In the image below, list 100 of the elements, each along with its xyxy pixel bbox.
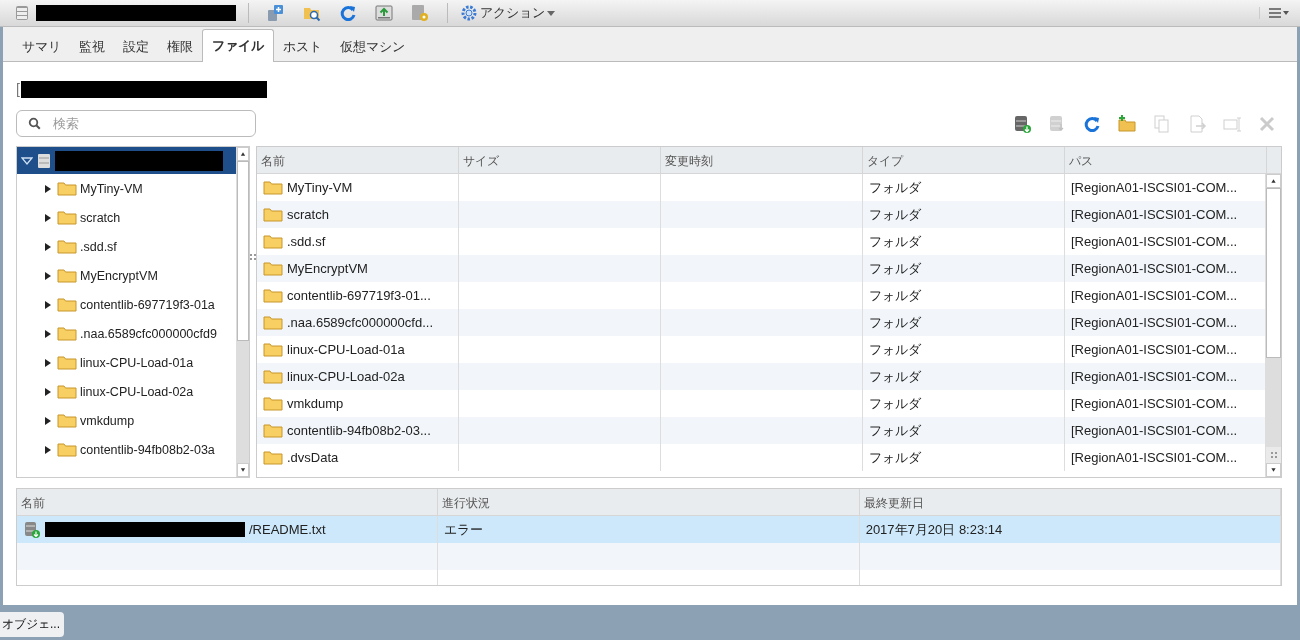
table-row[interactable]: contentlib-94fb08b2-03... フォルダ [RegionA01-ISCSI01-COM...: [257, 417, 1265, 444]
add-host-icon[interactable]: [266, 3, 286, 23]
tree-item[interactable]: MyEncryptVM: [17, 261, 236, 290]
search-icon: [28, 117, 41, 130]
expander-icon[interactable]: [44, 328, 52, 339]
folder-icon: [263, 369, 283, 384]
expander-icon[interactable]: [44, 386, 52, 397]
folder-icon: [57, 181, 77, 196]
column-header[interactable]: パス: [1065, 147, 1267, 173]
column-header[interactable]: 進行状況: [438, 489, 860, 515]
expander-icon[interactable]: [44, 212, 52, 223]
table-cell: フォルダ: [863, 255, 1065, 282]
table-cell: フォルダ: [863, 444, 1065, 471]
scroll-thumb[interactable]: [1266, 188, 1281, 358]
scroll-up-button[interactable]: [237, 147, 249, 161]
column-header[interactable]: 名前: [17, 489, 439, 515]
expander-icon[interactable]: [44, 270, 52, 281]
expander-icon[interactable]: [44, 241, 52, 252]
column-header[interactable]: 最終更新日: [859, 489, 1281, 515]
tree-item[interactable]: MyTiny-VM: [17, 174, 236, 203]
column-header[interactable]: サイズ: [459, 147, 661, 173]
folder-icon: [263, 396, 283, 411]
tab[interactable]: 設定: [114, 31, 158, 62]
scroll-down-button[interactable]: [1266, 463, 1281, 477]
folder-icon: [57, 384, 77, 399]
gear-icon: [460, 4, 478, 22]
tree-item[interactable]: linux-CPU-Load-01a: [17, 348, 236, 377]
folder-icon: [263, 288, 283, 303]
actions-menu-button[interactable]: アクション: [460, 4, 555, 22]
scrollbar[interactable]: [236, 147, 249, 477]
tab[interactable]: 権限: [158, 31, 202, 62]
folder-icon: [57, 355, 77, 370]
file-name: .naa.6589cfc000000cfd...: [287, 315, 433, 330]
splitter-grip-icon[interactable]: [1270, 451, 1277, 459]
tree-item[interactable]: .naa.6589cfc000000cfd9: [17, 319, 236, 348]
folder-icon: [263, 423, 283, 438]
folder-icon: [57, 442, 77, 457]
tree-item[interactable]: .sdd.sf: [17, 232, 236, 261]
splitter-grip-icon[interactable]: [250, 253, 256, 261]
tree-item[interactable]: vmkdump: [17, 406, 236, 435]
file-name: linux-CPU-Load-01a: [287, 342, 405, 357]
tab[interactable]: 仮想マシン: [331, 31, 414, 62]
table-cell: フォルダ: [863, 417, 1065, 444]
refresh-icon[interactable]: [338, 3, 358, 23]
table-row[interactable]: /README.txt エラー 2017年7月20日 8:23:14: [17, 516, 1281, 543]
database-icon: [37, 152, 51, 169]
tab[interactable]: ホスト: [274, 31, 331, 62]
tree-item[interactable]: scratch: [17, 203, 236, 232]
tree-item[interactable]: contentlib-697719f3-01a: [17, 290, 236, 319]
column-header[interactable]: タイプ: [863, 147, 1065, 173]
menu-icon[interactable]: [1259, 7, 1290, 19]
folder-icon: [57, 239, 77, 254]
expander-icon[interactable]: [44, 357, 52, 368]
database-icon: [14, 5, 30, 21]
table-row[interactable]: MyEncryptVM フォルダ [RegionA01-ISCSI01-COM...: [257, 255, 1265, 282]
expander-icon[interactable]: [21, 155, 33, 166]
expander-icon[interactable]: [44, 415, 52, 426]
title-bracket: [: [16, 81, 20, 97]
scroll-up-button[interactable]: [1266, 174, 1281, 188]
file-name: .dvsData: [287, 450, 339, 465]
tree-item[interactable]: linux-CPU-Load-02a: [17, 377, 236, 406]
folder-icon: [263, 450, 283, 465]
tab[interactable]: 監視: [70, 31, 114, 62]
scroll-thumb[interactable]: [237, 161, 249, 341]
expander-icon[interactable]: [44, 444, 52, 455]
table-row[interactable]: linux-CPU-Load-02a フォルダ [RegionA01-ISCSI01-COM...: [257, 363, 1265, 390]
folder-icon: [263, 180, 283, 195]
file-name: linux-CPU-Load-02a: [287, 369, 405, 384]
file-name: contentlib-697719f3-01...: [287, 288, 431, 303]
expander-icon[interactable]: [44, 183, 52, 194]
expander-icon[interactable]: [44, 299, 52, 310]
table-row[interactable]: .naa.6589cfc000000cfd... フォルダ [RegionA01-ISCSI01-COM...: [257, 309, 1265, 336]
column-header[interactable]: 名前: [257, 147, 459, 173]
file-name: contentlib-94fb08b2-03...: [287, 423, 431, 438]
folder-icon: [57, 210, 77, 225]
minimized-tab[interactable]: オブジェ...: [0, 612, 64, 637]
file-name: MyEncryptVM: [287, 261, 368, 276]
file-name: .sdd.sf: [287, 234, 326, 249]
search-field[interactable]: 検索: [16, 110, 256, 137]
table-cell: フォルダ: [863, 309, 1065, 336]
folder-icon: [263, 261, 283, 276]
folder-icon: [57, 297, 77, 312]
folder-icon: [57, 268, 77, 283]
tab[interactable]: ファイル: [202, 29, 274, 62]
table-cell: フォルダ: [863, 363, 1065, 390]
tab[interactable]: サマリ: [13, 31, 70, 62]
file-name: scratch: [287, 207, 329, 222]
file-name: MyTiny-VM: [287, 180, 353, 195]
table-row[interactable]: scratch フォルダ [RegionA01-ISCSI01-COM...: [257, 201, 1265, 228]
tree-root[interactable]: [17, 147, 236, 174]
column-header[interactable]: 変更時刻: [661, 147, 863, 173]
datastore-download-icon: [23, 520, 41, 539]
file-name: vmkdump: [287, 396, 344, 411]
file-path: /README.txt: [249, 522, 326, 537]
scrollbar[interactable]: [1265, 174, 1281, 477]
caret-icon: [547, 10, 555, 16]
folder-icon: [57, 326, 77, 341]
tree-item[interactable]: contentlib-94fb08b2-03a: [17, 435, 236, 464]
folder-icon: [263, 234, 283, 249]
scroll-down-button[interactable]: [237, 463, 249, 477]
